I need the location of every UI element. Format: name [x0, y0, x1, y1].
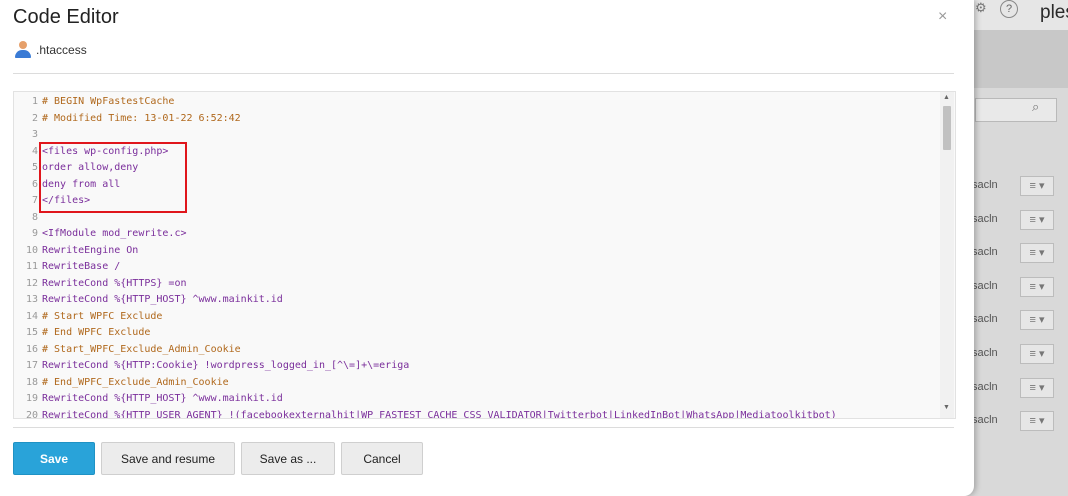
- background-band: [960, 30, 1068, 88]
- menu-icon: ≡ ▾: [1020, 176, 1054, 196]
- background-row-label: sacln: [972, 179, 998, 191]
- menu-icon: ≡ ▾: [1020, 310, 1054, 331]
- save-and-resume-button[interactable]: Save and resume: [101, 442, 235, 475]
- line-number: 4: [31, 145, 38, 157]
- line-number: 6: [31, 178, 38, 190]
- line-number: 5: [31, 162, 38, 173]
- line-text: RewriteCond %{HTTP:Cookie} !wordpress_lo…: [42, 360, 410, 371]
- background-row-label: sacln: [972, 313, 998, 326]
- code-line[interactable]: 19 RewriteCond %{HTTP_HOST} ^www.mainkit.…: [14, 391, 939, 408]
- line-text: # Modified Time: 13-01-22 6:52:42: [42, 112, 241, 124]
- code-line[interactable]: 11 RewriteBase /: [14, 259, 939, 276]
- line-text: # End WPFC Exclude: [42, 327, 151, 338]
- line-number: 17: [25, 360, 38, 371]
- line-number: 18: [25, 376, 38, 388]
- line-text: <IfModule mod_rewrite.c>: [42, 228, 187, 239]
- code-line[interactable]: 2 # Modified Time: 13-01-22 6:52:42: [14, 111, 939, 128]
- line-number: 13: [25, 294, 38, 305]
- code-line[interactable]: 12 RewriteCond %{HTTPS} =on: [14, 276, 939, 293]
- menu-icon: ≡ ▾: [1020, 411, 1054, 432]
- vertical-scrollbar[interactable]: ▲ ▼: [940, 92, 954, 418]
- save-button[interactable]: Save: [13, 442, 95, 475]
- menu-icon: ≡ ▾: [1020, 276, 1054, 297]
- modal-title: Code Editor: [13, 6, 119, 28]
- line-number: 12: [25, 277, 38, 289]
- divider: [13, 427, 954, 428]
- code-editor[interactable]: 1 # BEGIN WpFastestCache 2 # Modified Time:…: [13, 91, 956, 419]
- line-number: 15: [25, 327, 38, 338]
- highlight-annotation: [39, 142, 187, 213]
- menu-icon: ≡ ▾: [1020, 344, 1054, 364]
- menu-icon: ≡ ▾: [1020, 209, 1054, 230]
- scrollbar-thumb[interactable]: [943, 106, 951, 150]
- line-number: 7: [31, 195, 38, 206]
- code-line[interactable]: 17 RewriteCond %{HTTP:Cookie} !wordpress_…: [14, 358, 939, 375]
- plesk-logo: plesk: [1040, 2, 1068, 23]
- scroll-up-icon[interactable]: ▲: [943, 94, 950, 101]
- line-number: 2: [31, 112, 38, 124]
- file-name: .htaccess: [36, 43, 87, 57]
- code-line[interactable]: 10 RewriteEngine On: [14, 243, 939, 260]
- close-icon[interactable]: ×: [938, 8, 947, 26]
- code-line[interactable]: 18 # End_WPFC_Exclude_Admin_Cookie: [14, 375, 939, 392]
- line-text: # End_WPFC_Exclude_Admin_Cookie: [42, 376, 229, 388]
- background-row-label: sacln: [972, 380, 998, 393]
- line-text: RewriteBase /: [42, 261, 121, 272]
- code-line[interactable]: 13 RewriteCond %{HTTP_HOST} ^www.mainkit.…: [14, 292, 939, 309]
- background-row-label: sacln: [972, 414, 998, 427]
- code-line[interactable]: 1 # BEGIN WpFastestCache: [14, 94, 939, 111]
- line-text: RewriteCond %{HTTP_HOST} ^www.mainkit.id: [42, 393, 283, 404]
- gear-icon: ⚙: [975, 0, 987, 15]
- help-icon: ?: [1000, 0, 1018, 18]
- scroll-down-icon[interactable]: ▼: [943, 404, 950, 411]
- line-number: 10: [25, 244, 38, 256]
- menu-icon: ≡ ▾: [1020, 243, 1054, 264]
- code-line[interactable]: 20 RewriteCond %{HTTP_USER_AGENT} !(faceb…: [14, 408, 939, 419]
- background-row-label: sacln: [972, 212, 998, 225]
- line-number: 8: [31, 211, 38, 223]
- code-line[interactable]: 14 # Start WPFC Exclude: [14, 309, 939, 326]
- user-icon: [13, 41, 33, 59]
- line-text: # Start WPFC Exclude: [42, 310, 163, 322]
- line-text: RewriteEngine On: [42, 244, 139, 256]
- cancel-button[interactable]: Cancel: [341, 442, 423, 475]
- line-text: # Start_WPFC_Exclude_Admin_Cookie: [42, 343, 241, 355]
- code-line[interactable]: 16 # Start_WPFC_Exclude_Admin_Cookie: [14, 342, 939, 359]
- save-as-button[interactable]: Save as ...: [241, 442, 335, 475]
- menu-icon: ≡ ▾: [1020, 377, 1054, 398]
- background-row-label: sacln: [972, 347, 998, 359]
- line-number: 3: [31, 129, 38, 140]
- code-line[interactable]: 15 # End WPFC Exclude: [14, 325, 939, 342]
- line-number: 19: [25, 393, 38, 404]
- line-number: 20: [25, 409, 38, 419]
- file-info: .htaccess: [13, 40, 87, 60]
- line-text: RewriteCond %{HTTP_USER_AGENT} !(faceboo…: [42, 409, 837, 419]
- background-search-input: [975, 98, 1057, 122]
- background-row-label: sacln: [972, 246, 998, 259]
- line-number: 1: [31, 96, 38, 107]
- search-icon: ⌕: [1032, 99, 1040, 114]
- line-text: # BEGIN WpFastestCache: [42, 96, 175, 107]
- line-text: RewriteCond %{HTTPS} =on: [42, 277, 187, 289]
- divider: [13, 73, 954, 74]
- line-number: 11: [25, 261, 38, 272]
- code-line[interactable]: 9 <IfModule mod_rewrite.c>: [14, 226, 939, 243]
- line-text: RewriteCond %{HTTP_HOST} ^www.mainkit.id: [42, 294, 283, 305]
- line-number: 16: [25, 343, 38, 355]
- line-number: 9: [31, 228, 38, 239]
- code-editor-modal: Code Editor × .htaccess 1 # BEGIN WpFaste…: [0, 0, 974, 496]
- background-row-label: sacln: [972, 279, 998, 292]
- line-number: 14: [25, 310, 38, 322]
